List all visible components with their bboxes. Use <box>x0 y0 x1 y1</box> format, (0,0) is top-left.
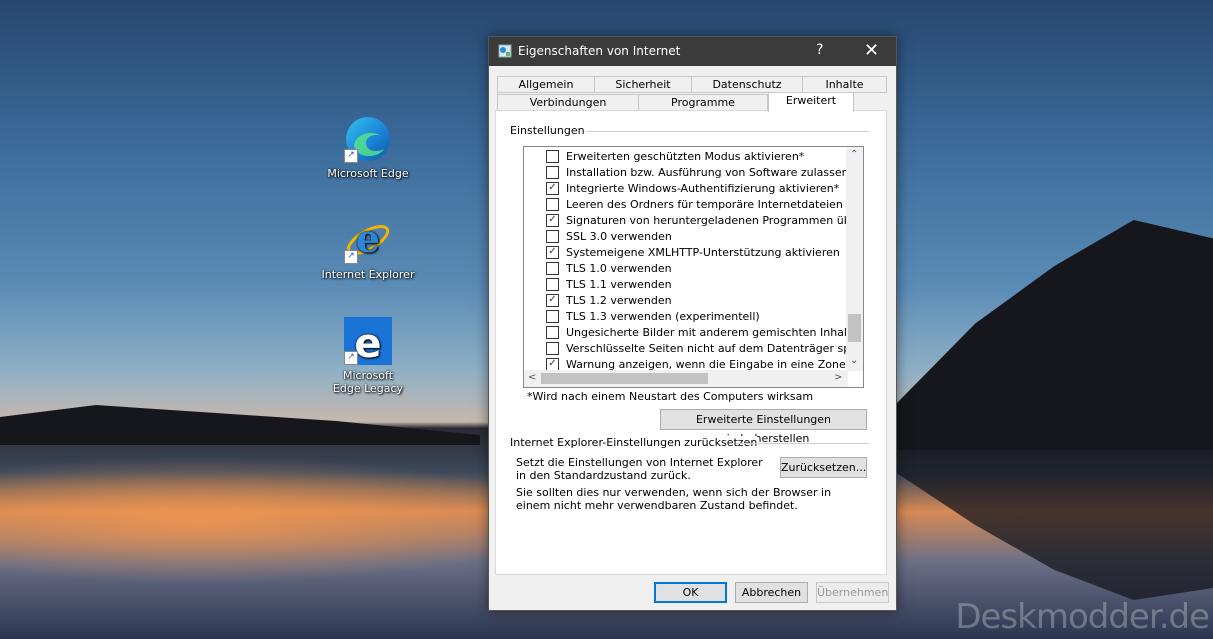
horizontal-scroll-thumb[interactable] <box>541 373 708 384</box>
edge-legacy-icon: e ↗ <box>344 317 392 367</box>
checkbox-unchecked[interactable] <box>546 310 559 323</box>
tab-erweitert[interactable]: Erweitert <box>768 92 854 112</box>
setting-label: TLS 1.1 verwenden <box>566 278 672 291</box>
internet-options-icon <box>498 44 512 58</box>
reset-group-label: Internet Explorer-Einstellungen zurückse… <box>510 436 758 449</box>
restart-note: *Wird nach einem Neustart des Computers … <box>527 390 814 403</box>
desktop-icon-ie[interactable]: e ↗ Internet Explorer <box>318 216 418 281</box>
checkbox-checked[interactable]: ✓ <box>546 182 559 195</box>
checkbox-checked[interactable]: ✓ <box>546 246 559 259</box>
title-bar[interactable]: Eigenschaften von Internet ? ✕ <box>489 37 896 66</box>
hill-right <box>896 220 1213 450</box>
watermark: Deskmodder.de <box>955 597 1210 637</box>
close-button[interactable]: ✕ <box>864 40 879 61</box>
checkbox-unchecked[interactable] <box>546 342 559 355</box>
help-button[interactable]: ? <box>816 42 823 58</box>
desktop-icon-label: Microsoft Edge Legacy <box>332 369 404 395</box>
checkbox-unchecked[interactable] <box>546 166 559 179</box>
shortcut-arrow-icon: ↗ <box>344 250 358 264</box>
checkbox-checked[interactable]: ✓ <box>546 294 559 307</box>
setting-label: TLS 1.2 verwenden <box>566 294 672 307</box>
vertical-scroll-thumb[interactable] <box>848 314 861 342</box>
desktop-icon-edge[interactable]: ↗ Microsoft Edge <box>318 115 418 180</box>
setting-label: Leeren des Ordners für temporäre Interne… <box>566 198 864 211</box>
setting-label: Installation bzw. Ausführung von Softwar… <box>566 166 864 179</box>
checkbox-unchecked[interactable] <box>546 198 559 211</box>
restore-advanced-settings-button[interactable]: Erweiterte Einstellungen wiederherstelle… <box>660 409 867 445</box>
horizontal-scrollbar[interactable]: < > <box>524 370 848 387</box>
scroll-up-icon[interactable]: ⌃ <box>850 149 858 160</box>
settings-group-label: Einstellungen <box>510 124 585 137</box>
dialog-title: Eigenschaften von Internet <box>518 44 681 58</box>
divider <box>586 131 869 132</box>
scroll-down-icon[interactable]: ⌄ <box>850 355 858 366</box>
setting-label: Integrierte Windows-Authentifizierung ak… <box>566 182 840 195</box>
setting-label: Verschlüsselte Seiten nicht auf dem Date… <box>566 342 864 355</box>
divider <box>736 443 869 444</box>
setting-label: TLS 1.3 verwenden (experimentell) <box>566 310 760 323</box>
tab-allgemein[interactable]: Allgemein <box>497 76 595 93</box>
internet-options-dialog: Eigenschaften von Internet ? ✕ Allgemein… <box>488 36 897 611</box>
setting-label: Signaturen von heruntergeladenen Program… <box>566 214 864 227</box>
checkbox-unchecked[interactable] <box>546 278 559 291</box>
hill-right-reflection <box>896 450 1213 600</box>
tab-verbindungen[interactable]: Verbindungen <box>497 94 639 111</box>
cancel-button[interactable]: Abbrechen <box>735 582 808 603</box>
setting-label: SSL 3.0 verwenden <box>566 230 672 243</box>
tab-inhalte[interactable]: Inhalte <box>802 76 887 93</box>
desktop-icon-label: Microsoft Edge <box>327 167 409 180</box>
reset-note: Sie sollten dies nur verwenden, wenn sic… <box>516 486 832 512</box>
apply-button[interactable]: Übernehmen <box>816 582 889 603</box>
checkbox-unchecked[interactable] <box>546 150 559 163</box>
reset-description: Setzt die Einstellungen von Internet Exp… <box>516 456 763 482</box>
svg-text:e: e <box>356 216 380 261</box>
setting-label: Systemeigene XMLHTTP-Unterstützung aktiv… <box>566 246 840 259</box>
setting-label: Ungesicherte Bilder mit anderem gemischt… <box>566 326 864 339</box>
svg-text:e: e <box>354 321 381 365</box>
scroll-right-icon[interactable]: > <box>834 372 842 383</box>
shortcut-arrow-icon: ↗ <box>344 149 358 163</box>
checkbox-unchecked[interactable] <box>546 230 559 243</box>
vertical-scrollbar[interactable]: ⌃ ⌄ <box>846 147 863 371</box>
tab-datenschutz[interactable]: Datenschutz <box>691 76 803 93</box>
ok-button[interactable]: OK <box>654 582 727 603</box>
tab-sicherheit[interactable]: Sicherheit <box>594 76 692 93</box>
tab-panel-erweitert: Einstellungen Erweiterten geschützten Mo… <box>495 110 887 575</box>
edge-icon: ↗ <box>344 115 392 163</box>
checkbox-checked[interactable]: ✓ <box>546 214 559 227</box>
desktop-icon-label: Internet Explorer <box>321 268 415 281</box>
setting-label: Erweiterten geschützten Modus aktivieren… <box>566 150 805 163</box>
checkbox-unchecked[interactable] <box>546 262 559 275</box>
scroll-left-icon[interactable]: < <box>528 372 536 383</box>
shortcut-arrow-icon: ↗ <box>344 351 358 365</box>
tab-programme[interactable]: Programme <box>638 94 768 111</box>
desktop-icon-edge-legacy[interactable]: e ↗ Microsoft Edge Legacy <box>318 317 418 395</box>
ie-icon: e ↗ <box>344 216 392 264</box>
checkbox-unchecked[interactable] <box>546 326 559 339</box>
setting-label: TLS 1.0 verwenden <box>566 262 672 275</box>
reset-button[interactable]: Zurücksetzen... <box>780 457 867 478</box>
hill-left <box>0 405 480 445</box>
settings-list[interactable]: Erweiterten geschützten Modus aktivieren… <box>523 146 864 388</box>
